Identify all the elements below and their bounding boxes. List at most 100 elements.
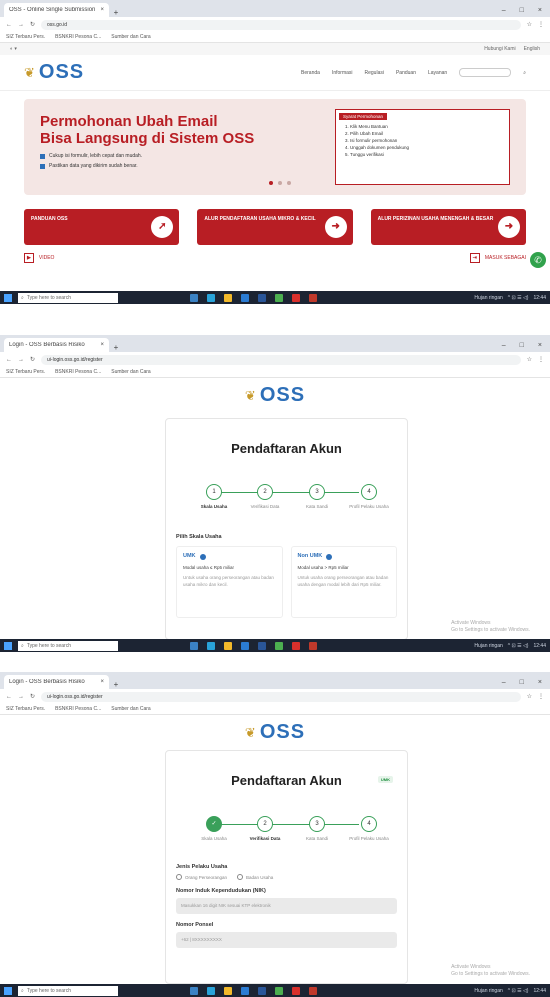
store-icon[interactable]	[241, 293, 249, 302]
hero-banner[interactable]: Permohonan Ubah Email Bisa Langsung di Si…	[24, 99, 526, 195]
close-icon[interactable]: ×	[100, 679, 104, 685]
search-icon[interactable]: ⌕	[523, 70, 526, 76]
new-tab-icon[interactable]: +	[109, 680, 123, 689]
forward-icon[interactable]: →	[18, 22, 24, 28]
browser-tab[interactable]: OSS - Online Single Submission ×	[4, 3, 109, 17]
close-icon[interactable]: ×	[100, 342, 104, 348]
back-icon[interactable]: ←	[6, 694, 12, 700]
card-alur-besar[interactable]: ALUR PERIZINAN USAHA MENENGAH & BESAR ➜	[370, 209, 526, 245]
bookmark-item[interactable]: BSNKRI Pesona C...	[55, 706, 101, 712]
edge-icon[interactable]	[207, 293, 215, 302]
forward-icon[interactable]: →	[18, 357, 24, 363]
chrome-icon[interactable]	[275, 293, 283, 302]
windows-start-icon[interactable]	[4, 293, 12, 302]
phone-input[interactable]: +62 | 8XXXXXXXXX	[176, 932, 397, 948]
back-icon[interactable]: ←	[6, 357, 12, 363]
app-icon[interactable]	[309, 986, 317, 995]
url-input[interactable]: ui-login.oss.go.id/register	[41, 691, 521, 702]
acrobat-icon[interactable]	[292, 293, 300, 302]
tray-icons[interactable]: ^ ⊡ ☰ ◁)	[508, 988, 529, 994]
url-input[interactable]: oss.go.id	[41, 19, 521, 30]
login-link[interactable]: MASUK SEBAGAI	[485, 255, 526, 261]
minimize-icon[interactable]: –	[502, 7, 506, 14]
video-link[interactable]: VIDEO	[39, 255, 55, 261]
menu-icon[interactable]: ⋮	[538, 21, 544, 28]
chrome-icon[interactable]	[275, 986, 283, 995]
oss-logo[interactable]: ❦ OSS	[24, 61, 84, 84]
radio-badan-usaha[interactable]: Badan Usaha	[237, 874, 273, 880]
browser-tab[interactable]: Login - OSS Berbasis Risiko ×	[4, 338, 109, 352]
app-icon[interactable]	[309, 293, 317, 302]
star-icon[interactable]: ☆	[527, 693, 532, 700]
forward-icon[interactable]: →	[18, 694, 24, 700]
explorer-icon[interactable]	[224, 641, 232, 650]
menu-icon[interactable]: ⋮	[538, 356, 544, 363]
acrobat-icon[interactable]	[292, 641, 300, 650]
edge-icon[interactable]	[207, 986, 215, 995]
word-icon[interactable]	[258, 293, 266, 302]
nik-input[interactable]: Masukkan 16 digit NIK sesuai KTP elektro…	[176, 898, 397, 914]
menu-item-regulasi[interactable]: Regulasi	[365, 70, 384, 76]
explorer-icon[interactable]	[224, 293, 232, 302]
taskview-icon[interactable]	[190, 641, 198, 650]
bookmark-item[interactable]: BSNKRI Pesona C...	[55, 34, 101, 40]
bookmark-item[interactable]: Sumber dan Cara	[111, 34, 150, 40]
star-icon[interactable]: ☆	[527, 356, 532, 363]
taskbar-search[interactable]: ⌕ Type here to search	[18, 985, 118, 996]
option-non-umk[interactable]: Non UMK Modal usaha > Rp5 miliar Untuk u…	[290, 546, 397, 618]
word-icon[interactable]	[258, 986, 266, 995]
windows-start-icon[interactable]	[4, 641, 12, 650]
minimize-icon[interactable]: –	[502, 342, 506, 349]
explorer-icon[interactable]	[224, 986, 232, 995]
app-icon[interactable]	[309, 641, 317, 650]
new-tab-icon[interactable]: +	[109, 8, 123, 17]
taskbar-search[interactable]: ⌕ Type here to search	[18, 640, 118, 651]
chat-icon[interactable]: ✆	[530, 252, 546, 268]
option-umk[interactable]: UMK Modal usaha ≤ Rp5 miliar Untuk usaha…	[176, 546, 283, 618]
url-input[interactable]: ui-login.oss.go.id/register	[41, 354, 521, 365]
card-panduan-oss[interactable]: PANDUAN OSS ➚	[24, 209, 180, 245]
accessibility-icon[interactable]: ◐ ▾	[10, 46, 17, 52]
maximize-icon[interactable]: □	[520, 342, 524, 349]
chrome-icon[interactable]	[275, 641, 283, 650]
star-icon[interactable]: ☆	[527, 21, 532, 28]
taskview-icon[interactable]	[190, 293, 198, 302]
bookmark-item[interactable]: BSNKRI Pesona C...	[55, 369, 101, 375]
new-tab-icon[interactable]: +	[109, 343, 123, 352]
windows-start-icon[interactable]	[4, 986, 12, 995]
store-icon[interactable]	[241, 986, 249, 995]
maximize-icon[interactable]: □	[520, 7, 524, 14]
taskbar-search[interactable]: ⌕ Type here to search	[18, 292, 118, 303]
close-window-icon[interactable]: ×	[538, 679, 542, 686]
reload-icon[interactable]: ↻	[30, 356, 35, 363]
close-icon[interactable]: ×	[100, 7, 104, 13]
language-link[interactable]: English	[524, 46, 540, 52]
card-alur-umk[interactable]: ALUR PENDAFTARAN USAHA MIKRO & KECIL ➜	[197, 209, 353, 245]
minimize-icon[interactable]: –	[502, 679, 506, 686]
menu-item-informasi[interactable]: Informasi	[332, 70, 353, 76]
reload-icon[interactable]: ↻	[30, 21, 35, 28]
taskview-icon[interactable]	[190, 986, 198, 995]
close-window-icon[interactable]: ×	[538, 342, 542, 349]
edge-icon[interactable]	[207, 641, 215, 650]
maximize-icon[interactable]: □	[520, 679, 524, 686]
word-icon[interactable]	[258, 641, 266, 650]
close-window-icon[interactable]: ×	[538, 7, 542, 14]
bookmark-item[interactable]: Sumber dan Cara	[111, 369, 150, 375]
bookmark-item[interactable]: SIZ Terbaru Pers.	[6, 369, 45, 375]
browser-tab[interactable]: Login - OSS Berbasis Risiko ×	[4, 675, 109, 689]
bookmark-item[interactable]: SIZ Terbaru Pers.	[6, 706, 45, 712]
menu-item-panduan[interactable]: Panduan	[396, 70, 416, 76]
acrobat-icon[interactable]	[292, 986, 300, 995]
tray-icons[interactable]: ^ ⊡ ☰ ◁)	[508, 643, 529, 649]
menu-item-beranda[interactable]: Beranda	[301, 70, 320, 76]
store-icon[interactable]	[241, 641, 249, 650]
menu-item-layanan[interactable]: Layanan	[428, 70, 447, 76]
reload-icon[interactable]: ↻	[30, 693, 35, 700]
back-icon[interactable]: ←	[6, 22, 12, 28]
contact-link[interactable]: Hubungi Kami	[484, 46, 515, 52]
bookmark-item[interactable]: SIZ Terbaru Pers.	[6, 34, 45, 40]
bookmark-item[interactable]: Sumber dan Cara	[111, 706, 150, 712]
radio-perseorangan[interactable]: Orang Perseorangan	[176, 874, 227, 880]
site-search-input[interactable]	[459, 68, 512, 77]
